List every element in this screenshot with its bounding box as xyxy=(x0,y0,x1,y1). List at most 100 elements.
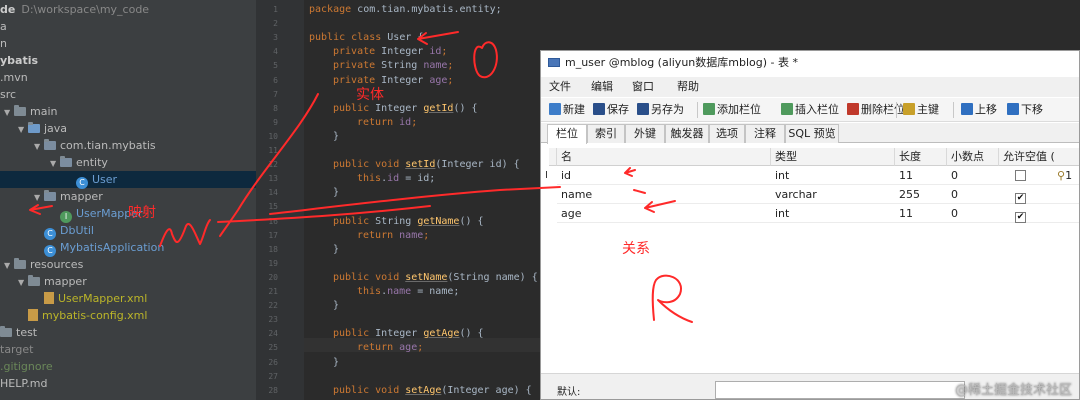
toolbar-button-arrow-up[interactable]: 上移 xyxy=(961,102,997,118)
line-number: 20 xyxy=(268,272,278,282)
tree-item[interactable]: ▼ entity xyxy=(0,154,256,171)
tree-item-label: MybatisApplication xyxy=(60,241,165,254)
save-as-icon xyxy=(637,103,649,115)
column-header[interactable]: 类型 xyxy=(771,148,895,166)
field-nullable-cell: ✔ xyxy=(999,185,1079,204)
expand-arrow-icon[interactable]: ▼ xyxy=(34,189,44,206)
tree-item[interactable]: mybatis-config.xml xyxy=(0,307,256,324)
toolbar-button-label: 插入栏位 xyxy=(795,103,839,116)
code-token: id xyxy=(429,46,442,58)
tree-item-label: n xyxy=(0,37,7,50)
field-type-cell[interactable]: int xyxy=(771,204,895,223)
toolbar-button-save[interactable]: 保存 xyxy=(593,102,629,118)
tree-item[interactable]: ▼ main xyxy=(0,103,256,120)
code-token: User { xyxy=(387,32,424,44)
tab-1[interactable]: 索引 xyxy=(587,124,625,143)
project-tree-panel[interactable]: de D:\workspace\my_code a n ybatis .mvn src ▼ ma… xyxy=(0,0,256,400)
expand-arrow-icon[interactable]: ▼ xyxy=(18,121,28,138)
field-decimals-cell[interactable]: 0 xyxy=(947,204,999,223)
tab-4[interactable]: 选项 xyxy=(709,124,745,143)
tab-5[interactable]: 注释 xyxy=(745,124,785,143)
menu-item[interactable]: 窗口 xyxy=(632,77,654,97)
tree-item[interactable]: target xyxy=(0,341,256,358)
menu-item[interactable]: 编辑 xyxy=(591,77,613,97)
nullable-checkbox[interactable]: ✔ xyxy=(1015,193,1026,204)
column-header[interactable]: 小数点 xyxy=(947,148,999,166)
tab-6[interactable]: SQL 预览 xyxy=(785,124,839,143)
fields-grid[interactable]: 名类型 长度 小数点 允许空值 (Iid int 11 0 ⚲1 name varchar 255 0… xyxy=(545,148,1079,368)
field-decimals-cell[interactable]: 0 xyxy=(947,185,999,204)
expand-arrow-icon[interactable]: ▼ xyxy=(18,274,28,291)
toolbar-button-save-as[interactable]: 另存为 xyxy=(637,102,684,118)
tree-item[interactable]: n xyxy=(0,35,256,52)
code-token: } xyxy=(333,243,340,255)
expand-arrow-icon[interactable]: ▼ xyxy=(34,138,44,155)
field-length-cell[interactable]: 11 xyxy=(895,166,947,185)
tab-2[interactable]: 外键 xyxy=(625,124,665,143)
code-token: public void xyxy=(333,159,406,171)
tree-item[interactable]: C MybatisApplication xyxy=(0,239,256,257)
code-token: public xyxy=(333,328,376,340)
table-designer-window[interactable]: m_user @mblog (aliyun数据库mblog) - 表 * 文件编… xyxy=(540,50,1080,400)
code-token: } xyxy=(333,300,340,312)
field-decimals-cell[interactable]: 0 xyxy=(947,166,999,185)
expand-arrow-icon[interactable]: ▼ xyxy=(4,257,14,274)
window-title-bar[interactable]: m_user @mblog (aliyun数据库mblog) - 表 * xyxy=(541,51,1079,75)
tree-item[interactable]: .mvn xyxy=(0,69,256,86)
field-name-cell[interactable]: id xyxy=(557,166,771,185)
code-editor[interactable]: package com.tian.mybatis.entity; public c… xyxy=(304,0,540,400)
tree-item[interactable]: UserMapper.xml xyxy=(0,290,256,307)
field-length-cell[interactable]: 255 xyxy=(895,185,947,204)
tree-item[interactable]: ybatis xyxy=(0,52,256,69)
field-name-cell[interactable]: age xyxy=(557,204,771,223)
nullable-checkbox[interactable]: ✔ xyxy=(1015,212,1026,223)
code-line: } xyxy=(309,356,339,369)
tree-item[interactable]: ▼ mapper xyxy=(0,273,256,290)
tree-item-label: com.tian.mybatis xyxy=(60,139,156,152)
field-length-cell[interactable]: 11 xyxy=(895,204,947,223)
code-token: getAge xyxy=(423,328,460,340)
toolbar-button-add-column[interactable]: 添加栏位 xyxy=(703,102,761,118)
tree-item[interactable]: src xyxy=(0,86,256,103)
tree-item[interactable]: C User xyxy=(0,171,256,189)
tree-item-label: resources xyxy=(30,258,84,271)
column-header[interactable]: 长度 xyxy=(895,148,947,166)
code-token: public class xyxy=(309,32,388,44)
tree-item[interactable]: ▼ com.tian.mybatis xyxy=(0,137,256,154)
tree-item-label: UserMapper.xml xyxy=(58,292,148,305)
code-token: ; xyxy=(447,60,454,72)
default-value-input[interactable] xyxy=(715,381,965,399)
toolbar-button-arrow-down[interactable]: 下移 xyxy=(1007,102,1043,118)
expand-arrow-icon[interactable]: ▼ xyxy=(50,155,60,172)
menu-item[interactable]: 文件 xyxy=(549,77,571,97)
tree-item[interactable]: de D:\workspace\my_code xyxy=(0,1,256,18)
tree-item[interactable]: a xyxy=(0,18,256,35)
tree-item[interactable]: .gitignore xyxy=(0,358,256,375)
tree-item-label: java xyxy=(44,122,68,135)
nullable-checkbox[interactable] xyxy=(1015,170,1026,181)
expand-arrow-icon[interactable]: ▼ xyxy=(4,104,14,121)
field-type-cell[interactable]: int xyxy=(771,166,895,185)
code-token: } xyxy=(333,130,340,142)
tree-item[interactable]: ▼ java xyxy=(0,120,256,137)
code-line: public void setId(Integer id) { xyxy=(309,158,520,171)
column-header[interactable]: 名 xyxy=(557,148,771,166)
tree-item[interactable]: HELP.md xyxy=(0,375,256,392)
code-token: (Integer id) { xyxy=(435,159,520,171)
field-name-cell[interactable]: name xyxy=(557,185,771,204)
tree-item[interactable]: ▼ resources xyxy=(0,256,256,273)
toolbar-button-insert-column[interactable]: 插入栏位 xyxy=(781,102,839,118)
field-type-cell[interactable]: varchar xyxy=(771,185,895,204)
code-token: setName xyxy=(405,271,448,283)
tree-item[interactable]: C DbUtil xyxy=(0,222,256,240)
toolbar-button-key[interactable]: 主键 xyxy=(903,102,939,118)
column-header[interactable]: 允许空值 ( xyxy=(999,148,1079,166)
toolbar-button-new[interactable]: 新建 xyxy=(549,102,585,118)
menu-item[interactable]: 帮助 xyxy=(677,77,699,97)
tree-item[interactable]: test xyxy=(0,324,256,341)
tab-3[interactable]: 触发器 xyxy=(665,124,709,143)
code-token: com.tian.mybatis.entity; xyxy=(357,4,502,15)
tab-0[interactable]: 栏位 xyxy=(547,124,587,144)
designer-toolbar: 新建 保存 另存为 添加栏位 插入栏位 删除栏位 主键 上移 下移 xyxy=(541,98,1079,122)
code-token: getId xyxy=(423,102,454,114)
